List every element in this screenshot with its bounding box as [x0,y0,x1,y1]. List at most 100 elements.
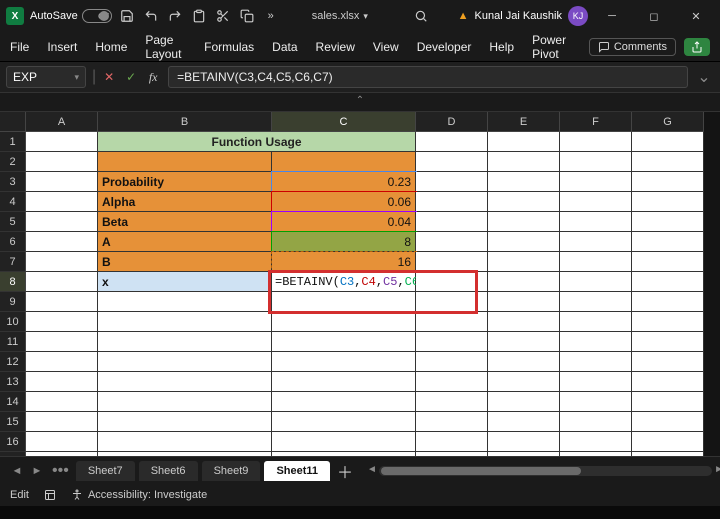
enter-formula-icon[interactable]: ✓ [122,68,140,86]
cell-d11[interactable] [416,332,488,352]
row-header-6[interactable]: 6 [0,232,26,252]
cell-f15[interactable] [560,412,632,432]
cell-e13[interactable] [488,372,560,392]
cell-c17[interactable] [272,452,416,456]
cell-g17[interactable] [632,452,704,456]
cell-a15[interactable] [26,412,98,432]
tab-review[interactable]: Review [316,40,355,54]
col-header-f[interactable]: F [560,112,632,132]
row-header-12[interactable]: 12 [0,352,26,372]
col-header-d[interactable]: D [416,112,488,132]
cell-e4[interactable] [488,192,560,212]
cell-d12[interactable] [416,352,488,372]
tab-file[interactable]: File [10,40,29,54]
sheet-tab-sheet7[interactable]: Sheet7 [76,461,135,481]
minimize-button[interactable]: ─ [594,2,630,30]
col-header-c[interactable]: C [272,112,416,132]
cell-g7[interactable] [632,252,704,272]
cell-e9[interactable] [488,292,560,312]
search-icon[interactable] [414,9,432,23]
cell-b4[interactable]: Alpha [98,192,272,212]
cell-b16[interactable] [98,432,272,452]
cell-f13[interactable] [560,372,632,392]
clipboard-icon[interactable] [190,7,208,25]
cell-d14[interactable] [416,392,488,412]
cell-d10[interactable] [416,312,488,332]
row-header-1[interactable]: 1 [0,132,26,152]
cell-d7[interactable] [416,252,488,272]
cell-c4[interactable]: 0.06 [272,192,416,212]
select-all-corner[interactable] [0,112,26,132]
cell-a11[interactable] [26,332,98,352]
cell-a2[interactable] [26,152,98,172]
cell-a6[interactable] [26,232,98,252]
cell-d6[interactable] [416,232,488,252]
cell-d16[interactable] [416,432,488,452]
cell-e2[interactable] [488,152,560,172]
scrollbar-thumb[interactable] [381,467,581,475]
cell-f8[interactable] [560,272,632,292]
cell-c8-active[interactable]: =BETAINV(C3,C4,C5,C6,C7) [272,272,416,292]
tab-home[interactable]: Home [95,40,127,54]
cell-g3[interactable] [632,172,704,192]
cell-b7[interactable]: B [98,252,272,272]
cell-f3[interactable] [560,172,632,192]
cell-d2[interactable] [416,152,488,172]
cell-e15[interactable] [488,412,560,432]
cell-g16[interactable] [632,432,704,452]
cell-e1[interactable] [488,132,560,152]
cell-a8[interactable] [26,272,98,292]
row-header-10[interactable]: 10 [0,312,26,332]
cell-c5[interactable]: 0.04 [272,212,416,232]
row-header-16[interactable]: 16 [0,432,26,452]
cell-g1[interactable] [632,132,704,152]
undo-icon[interactable] [142,7,160,25]
maximize-button[interactable]: ◻ [636,2,672,30]
cell-a9[interactable] [26,292,98,312]
cell-g9[interactable] [632,292,704,312]
cell-b6[interactable]: A [98,232,272,252]
cell-e12[interactable] [488,352,560,372]
cell-e8[interactable] [488,272,560,292]
row-header-15[interactable]: 15 [0,412,26,432]
cell-f10[interactable] [560,312,632,332]
cell-g11[interactable] [632,332,704,352]
row-header-11[interactable]: 11 [0,332,26,352]
cell-b9[interactable] [98,292,272,312]
cell-a12[interactable] [26,352,98,372]
cell-c7[interactable]: 16 [272,252,416,272]
cell-c15[interactable] [272,412,416,432]
row-header-8[interactable]: 8 [0,272,26,292]
cell-b14[interactable] [98,392,272,412]
cell-b12[interactable] [98,352,272,372]
close-button[interactable]: ✕ [678,2,714,30]
sheet-list-icon[interactable]: ••• [48,462,73,480]
cell-c16[interactable] [272,432,416,452]
tab-power-pivot[interactable]: Power Pivot [532,33,571,61]
cell-g12[interactable] [632,352,704,372]
cell-a5[interactable] [26,212,98,232]
cell-d13[interactable] [416,372,488,392]
share-button[interactable] [684,38,710,56]
tab-formulas[interactable]: Formulas [204,40,254,54]
cell-b17[interactable] [98,452,272,456]
cell-c9[interactable] [272,292,416,312]
cell-a13[interactable] [26,372,98,392]
sheet-tab-sheet11[interactable]: Sheet11 [264,461,330,481]
horizontal-scrollbar[interactable]: ◄ ► [379,466,712,476]
tab-view[interactable]: View [373,40,399,54]
cell-d15[interactable] [416,412,488,432]
cell-a3[interactable] [26,172,98,192]
sheet-nav-next-icon[interactable]: ► [28,465,46,477]
cell-g4[interactable] [632,192,704,212]
cell-d4[interactable] [416,192,488,212]
row-header-13[interactable]: 13 [0,372,26,392]
row-header-3[interactable]: 3 [0,172,26,192]
cell-b13[interactable] [98,372,272,392]
cell-c12[interactable] [272,352,416,372]
row-header-17[interactable]: 17 [0,452,26,456]
cell-g6[interactable] [632,232,704,252]
cell-e3[interactable] [488,172,560,192]
cell-e10[interactable] [488,312,560,332]
cell-f14[interactable] [560,392,632,412]
